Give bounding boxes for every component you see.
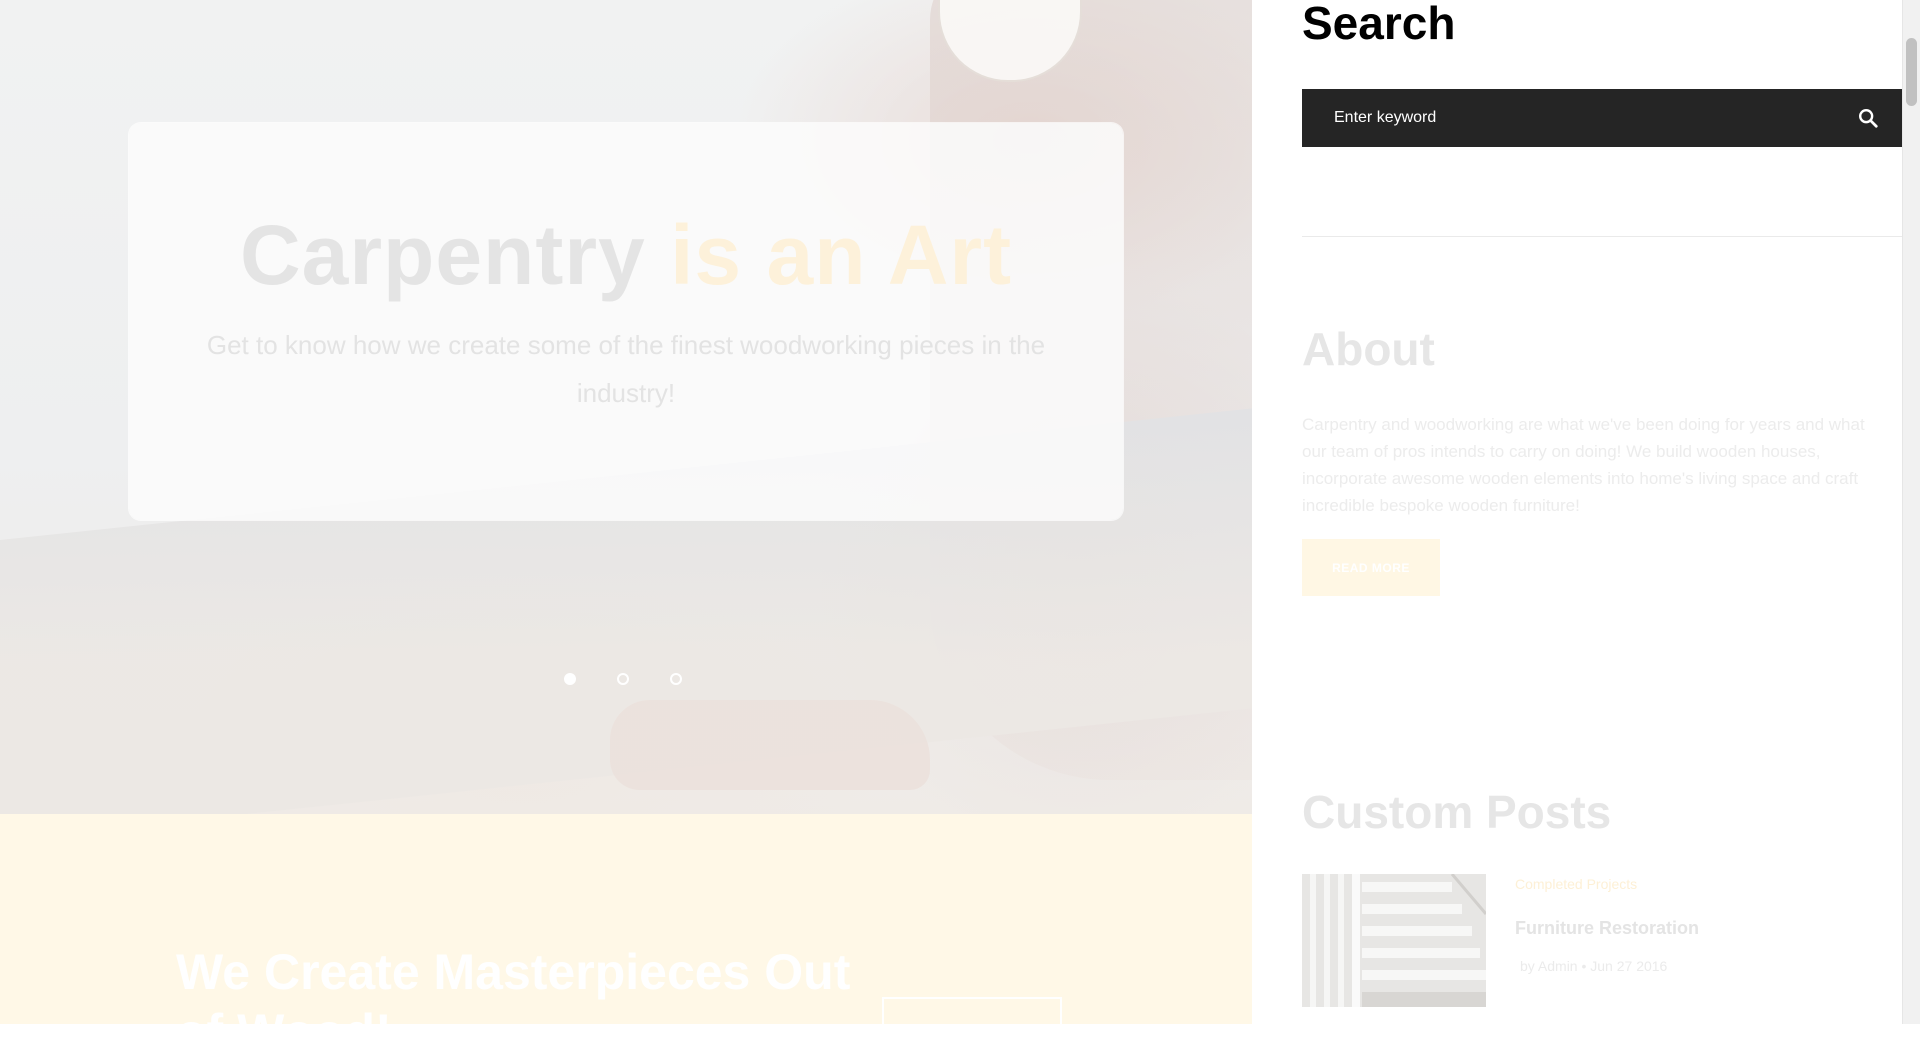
page-scrollbar[interactable] [1902,0,1920,1024]
staircase-image [1302,874,1486,1007]
post-thumbnail[interactable] [1302,874,1486,1007]
sidebar-divider [1302,236,1902,237]
hero-caption-card: Carpentry is an Art Get to know how we c… [129,123,1123,520]
hero-slider: Carpentry is an Art Get to know how we c… [0,0,1252,814]
hero-title-part1: Carpentry [239,208,646,302]
slider-dot-1[interactable] [564,673,576,685]
sidebar: Search About Carpentry and woodworking a… [1252,0,1902,1024]
about-text: Carpentry and woodworking are what we've… [1302,415,1865,515]
hero-title-part2: is an Art [670,208,1013,302]
custom-posts-heading: Custom Posts [1302,786,1612,838]
search-button[interactable] [1854,104,1882,132]
post-category-link[interactable]: Completed Projects [1515,876,1637,892]
slider-pagination [564,673,682,685]
hero-hands [610,700,930,790]
band-title: We Create Masterpieces Out of Wood! [176,944,851,1060]
read-more-button[interactable]: READ MORE [1302,539,1440,596]
search-icon [1859,109,1878,128]
slider-dot-2[interactable] [617,673,629,685]
post-title-link[interactable]: Furniture Restoration [1515,918,1699,939]
band-cta-button[interactable] [882,997,1062,1057]
search-heading: Search [1302,0,1456,49]
hero-title: Carpentry is an Art [129,213,1123,297]
hero-subtitle: Get to know how we create some of the fi… [206,330,1046,408]
search-input[interactable] [1332,108,1854,128]
about-heading: About [1302,323,1435,375]
post-meta: by Admin • Jun 27 2016 [1520,958,1668,974]
search-form [1302,89,1902,147]
scrollbar-thumb[interactable] [1906,38,1917,106]
masterpieces-band: We Create Masterpieces Out of Wood! [0,814,1252,1060]
slider-dot-3[interactable] [670,673,682,685]
